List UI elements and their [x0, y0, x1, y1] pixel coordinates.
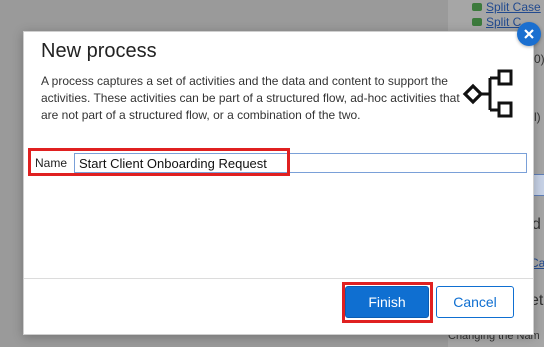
process-flow-icon [462, 69, 513, 118]
dialog-description: A process captures a set of activities a… [41, 74, 460, 122]
footer-divider [24, 278, 533, 279]
background-fragment: 0) [534, 52, 544, 66]
background-fragment: l) [534, 110, 541, 124]
leaf-icon [472, 3, 482, 11]
background-link-split-case[interactable]: Split Case [486, 0, 541, 14]
finish-highlight-box [342, 282, 433, 323]
name-highlight-box [28, 148, 290, 176]
close-icon [524, 29, 534, 39]
close-dialog-button[interactable] [517, 22, 541, 46]
dialog-title: New process [41, 40, 157, 62]
cancel-button[interactable]: Cancel [436, 286, 514, 318]
leaf-icon [472, 18, 482, 26]
background-link-split[interactable]: Split C [486, 15, 521, 29]
new-process-dialog: New process A process captures a set of … [23, 31, 534, 335]
